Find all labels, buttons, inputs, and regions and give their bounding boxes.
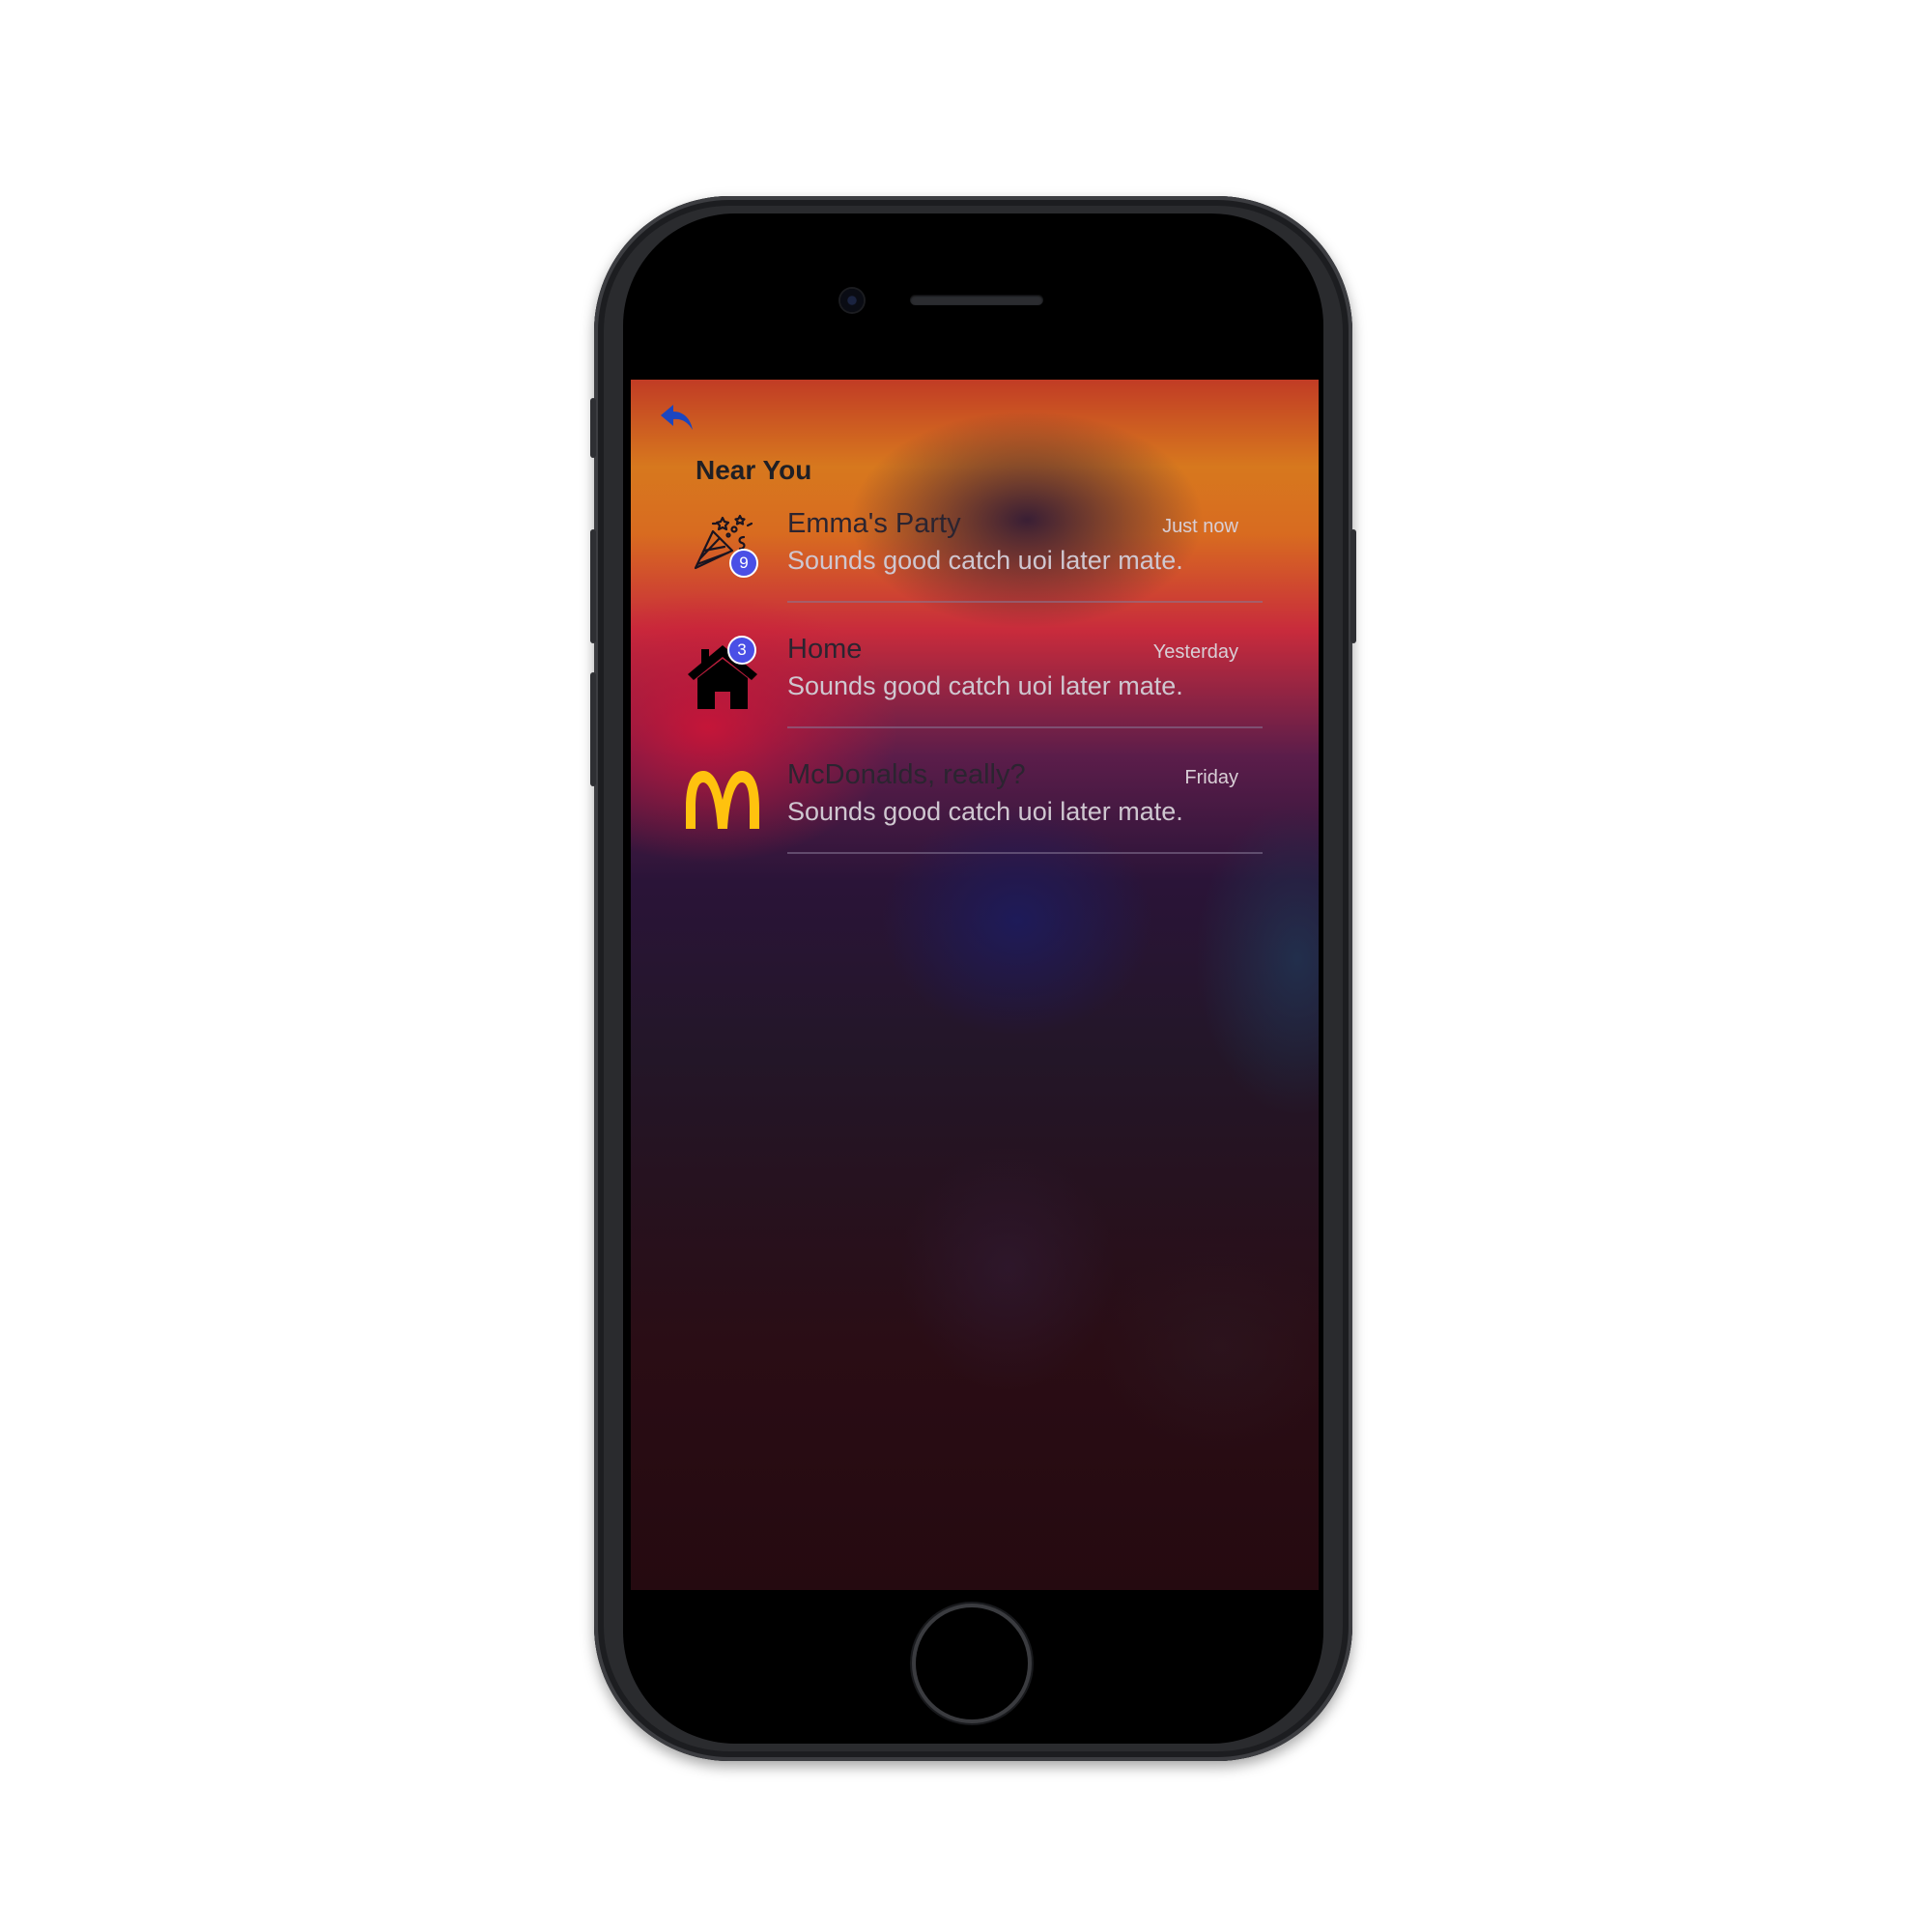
conversation-item-emmas-party[interactable]: 9 Emma's Party Just now Sounds good catc… (631, 500, 1319, 624)
back-button[interactable] (658, 401, 696, 436)
silent-switch (590, 398, 596, 458)
unread-badge: 3 (727, 636, 756, 665)
earpiece-speaker (910, 295, 1043, 305)
conversation-title: McDonalds, really? (787, 759, 1026, 790)
mcdonalds-logo-icon (686, 771, 759, 829)
conversation-preview: Sounds good catch uoi later mate. (787, 797, 1183, 826)
conversation-title: Home (787, 634, 863, 665)
front-camera (840, 289, 864, 312)
conversation-time: Yesterday (1152, 641, 1238, 663)
back-arrow-icon (661, 405, 693, 430)
app-screen: Near You 9 Emma's Party Just now Sounds … (631, 380, 1319, 1590)
conversation-item-home[interactable]: 3 Home Yesterday Sounds good catch uoi l… (631, 626, 1319, 750)
conversation-title: Emma's Party (787, 508, 961, 539)
unread-badge: 9 (729, 549, 758, 578)
conversation-time: Just now (1162, 516, 1238, 537)
divider (787, 852, 1263, 854)
conversation-item-mcdonalds[interactable]: McDonalds, really? Friday Sounds good ca… (631, 752, 1319, 875)
conversation-avatar: 3 (684, 636, 761, 713)
volume-down-button (590, 672, 596, 786)
power-button (1350, 529, 1356, 643)
page-title: Near You (696, 455, 812, 485)
divider (787, 601, 1263, 603)
conversation-avatar: 9 (684, 510, 761, 587)
conversation-avatar (684, 761, 761, 838)
conversation-preview: Sounds good catch uoi later mate. (787, 546, 1183, 575)
divider (787, 726, 1263, 728)
volume-up-button (590, 529, 596, 643)
conversation-time: Friday (1184, 767, 1238, 788)
conversation-preview: Sounds good catch uoi later mate. (787, 671, 1183, 700)
home-button[interactable] (916, 1607, 1028, 1719)
